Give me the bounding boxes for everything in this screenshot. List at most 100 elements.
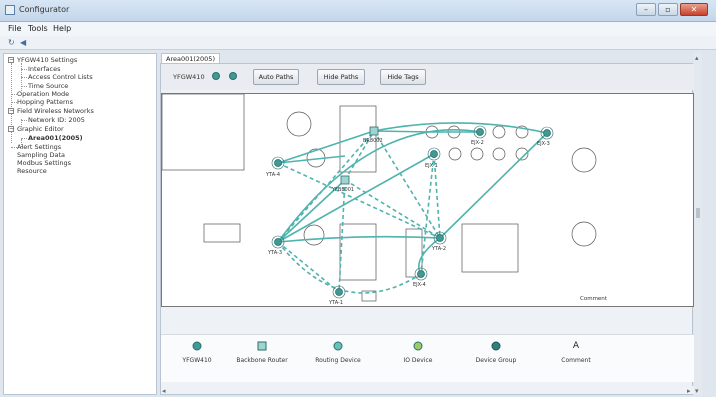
path-lines <box>277 122 548 275</box>
speaker-icon[interactable]: ◀ <box>20 38 26 47</box>
tree-toggle[interactable]: − <box>8 57 14 63</box>
minimize-button[interactable]: – <box>636 3 656 16</box>
tree-guide <box>21 86 27 87</box>
hide-tags-button[interactable]: Hide Tags <box>380 69 426 85</box>
tree-guide <box>21 138 27 139</box>
device-node-yta4[interactable] <box>274 159 282 167</box>
node-label-yta3: YTA-3 <box>267 250 282 256</box>
tree-guide <box>21 120 27 121</box>
tree-item-resource[interactable]: Resource <box>17 167 47 175</box>
device-node-ejx2[interactable] <box>476 128 484 136</box>
menu-help[interactable]: Help <box>53 24 71 33</box>
tree-item-field-wireless-networks[interactable]: Field Wireless Networks <box>17 107 94 115</box>
path-line <box>439 132 548 239</box>
path-line <box>344 179 441 239</box>
node-label-yta1: YTA-1 <box>328 300 343 306</box>
tree-item-hopping-patterns[interactable]: Hopping Patterns <box>17 98 73 106</box>
tree-toggle[interactable]: − <box>8 126 14 132</box>
auto-paths-button[interactable]: Auto Paths <box>253 69 299 85</box>
refresh-icon[interactable]: ↻ <box>8 38 15 47</box>
backbone-router-icon[interactable] <box>340 175 350 185</box>
palette-item-comment[interactable]: A Comment <box>541 341 611 364</box>
layout-circle <box>303 224 325 246</box>
device-node-yta2[interactable] <box>436 234 444 242</box>
layout-circle <box>571 221 597 247</box>
network-diagram: BR8002 YFB8001 YTA-4 YTA-3 YTA-1 YTA-2 E… <box>162 94 608 306</box>
tree-item-access-control-lists[interactable]: Access Control Lists <box>28 73 93 81</box>
layout-box <box>339 223 377 281</box>
device-node-yta1[interactable] <box>335 288 343 296</box>
tree-guide <box>21 77 27 78</box>
gateway-status-icon <box>229 72 237 80</box>
palette-label: IO Device <box>403 357 433 364</box>
canvas-comment[interactable]: Comment <box>580 296 608 302</box>
tree-item-yfgw410-settings[interactable]: YFGW410 Settings <box>17 56 77 64</box>
tree-toggle[interactable]: − <box>8 108 14 114</box>
device-node-yta3[interactable] <box>274 238 282 246</box>
node-label-ejx2: EJX-2 <box>471 140 484 146</box>
maximize-button[interactable]: ▫ <box>658 3 678 16</box>
gateway-icon <box>192 341 202 351</box>
app-icon <box>5 5 15 15</box>
node-label-br8002: BR8002 <box>363 138 383 144</box>
device-node-ejx3[interactable] <box>543 129 551 137</box>
scroll-right-icon[interactable]: ▸ <box>687 387 691 394</box>
path-line <box>277 162 441 239</box>
scroll-up-icon[interactable]: ▴ <box>695 54 699 62</box>
horizontal-scrollbar[interactable]: ◂ ▸ <box>161 386 694 394</box>
node-label-yta2: YTA-2 <box>431 246 446 252</box>
device-palette: YFGW410 Backbone Router Routing Device I… <box>161 334 694 382</box>
device-labels: YTA-4 YTA-3 YTA-1 YTA-2 EJX-1 EJX-2 EJX-… <box>265 140 608 306</box>
palette-item-io-device[interactable]: IO Device <box>383 341 453 364</box>
path-line <box>277 241 340 293</box>
palette-item-device-group[interactable]: Device Group <box>461 341 531 364</box>
palette-label: Backbone Router <box>236 357 288 364</box>
vertical-scrollbar[interactable]: ▴ ▾ <box>694 53 702 395</box>
editor-header: YFGW410 Auto Paths Hide Paths Hide Tags <box>161 64 694 90</box>
tree-item-sampling-data[interactable]: Sampling Data <box>17 151 65 159</box>
palette-item-routing-device[interactable]: Routing Device <box>303 341 373 364</box>
scroll-down-icon[interactable]: ▾ <box>695 387 699 395</box>
node-label-ejx4: EJX-4 <box>413 282 426 288</box>
scroll-left-icon[interactable]: ◂ <box>162 387 166 394</box>
backbone-router-icon[interactable] <box>369 126 379 136</box>
layout-circle <box>571 147 597 173</box>
device-node-ejx4[interactable] <box>417 270 425 278</box>
layout-circle <box>492 125 506 139</box>
menu-file[interactable]: File <box>8 24 21 33</box>
tree-item-modbus-settings[interactable]: Modbus Settings <box>17 159 71 167</box>
gateway-status-icon <box>212 72 220 80</box>
path-line <box>277 235 441 243</box>
comment-icon: A <box>572 341 580 351</box>
layout-circle <box>492 147 506 161</box>
layout-circle <box>470 147 484 161</box>
node-label-yfb8001: YFB8001 <box>331 187 354 193</box>
io-device-icon <box>413 341 423 351</box>
tab-area001[interactable]: Area001(2005) <box>161 53 220 63</box>
palette-item-backbone-router[interactable]: Backbone Router <box>227 341 297 364</box>
toolbar: ↻ ◀ <box>0 36 716 50</box>
routing-device-icon <box>333 341 343 351</box>
gateway-label: YFGW410 <box>173 73 205 81</box>
menu-tools[interactable]: Tools <box>28 24 48 33</box>
tree-item-graphic-editor[interactable]: Graphic Editor <box>17 125 64 133</box>
tree-item-network-id[interactable]: Network ID: 2005 <box>28 116 85 124</box>
layout-box <box>203 223 241 243</box>
palette-item-yfgw410[interactable]: YFGW410 <box>162 341 232 364</box>
tree-item-operation-mode[interactable]: Operation Mode <box>17 90 69 98</box>
tree-item-time-source[interactable]: Time Source <box>28 82 68 90</box>
node-label-yta4: YTA-4 <box>265 172 280 178</box>
tree-guide <box>21 69 27 70</box>
hide-paths-button[interactable]: Hide Paths <box>317 69 365 85</box>
backbone-router-icon <box>257 341 267 351</box>
device-node-ejx1[interactable] <box>430 150 438 158</box>
palette-label: Device Group <box>475 357 517 364</box>
close-button[interactable]: ✕ <box>680 3 708 16</box>
tree-item-area001[interactable]: Area001(2005) <box>28 134 83 142</box>
node-label-ejx3: EJX-3 <box>537 141 550 147</box>
tree-item-interfaces[interactable]: Interfaces <box>28 65 61 73</box>
network-canvas[interactable]: BR8002 YFB8001 YTA-4 YTA-3 YTA-1 YTA-2 E… <box>161 93 694 307</box>
scroll-thumb[interactable] <box>696 208 700 218</box>
graphic-editor-panel: YFGW410 Auto Paths Hide Paths Hide Tags <box>160 63 694 395</box>
tree-item-alert-settings[interactable]: Alert Settings <box>17 143 61 151</box>
